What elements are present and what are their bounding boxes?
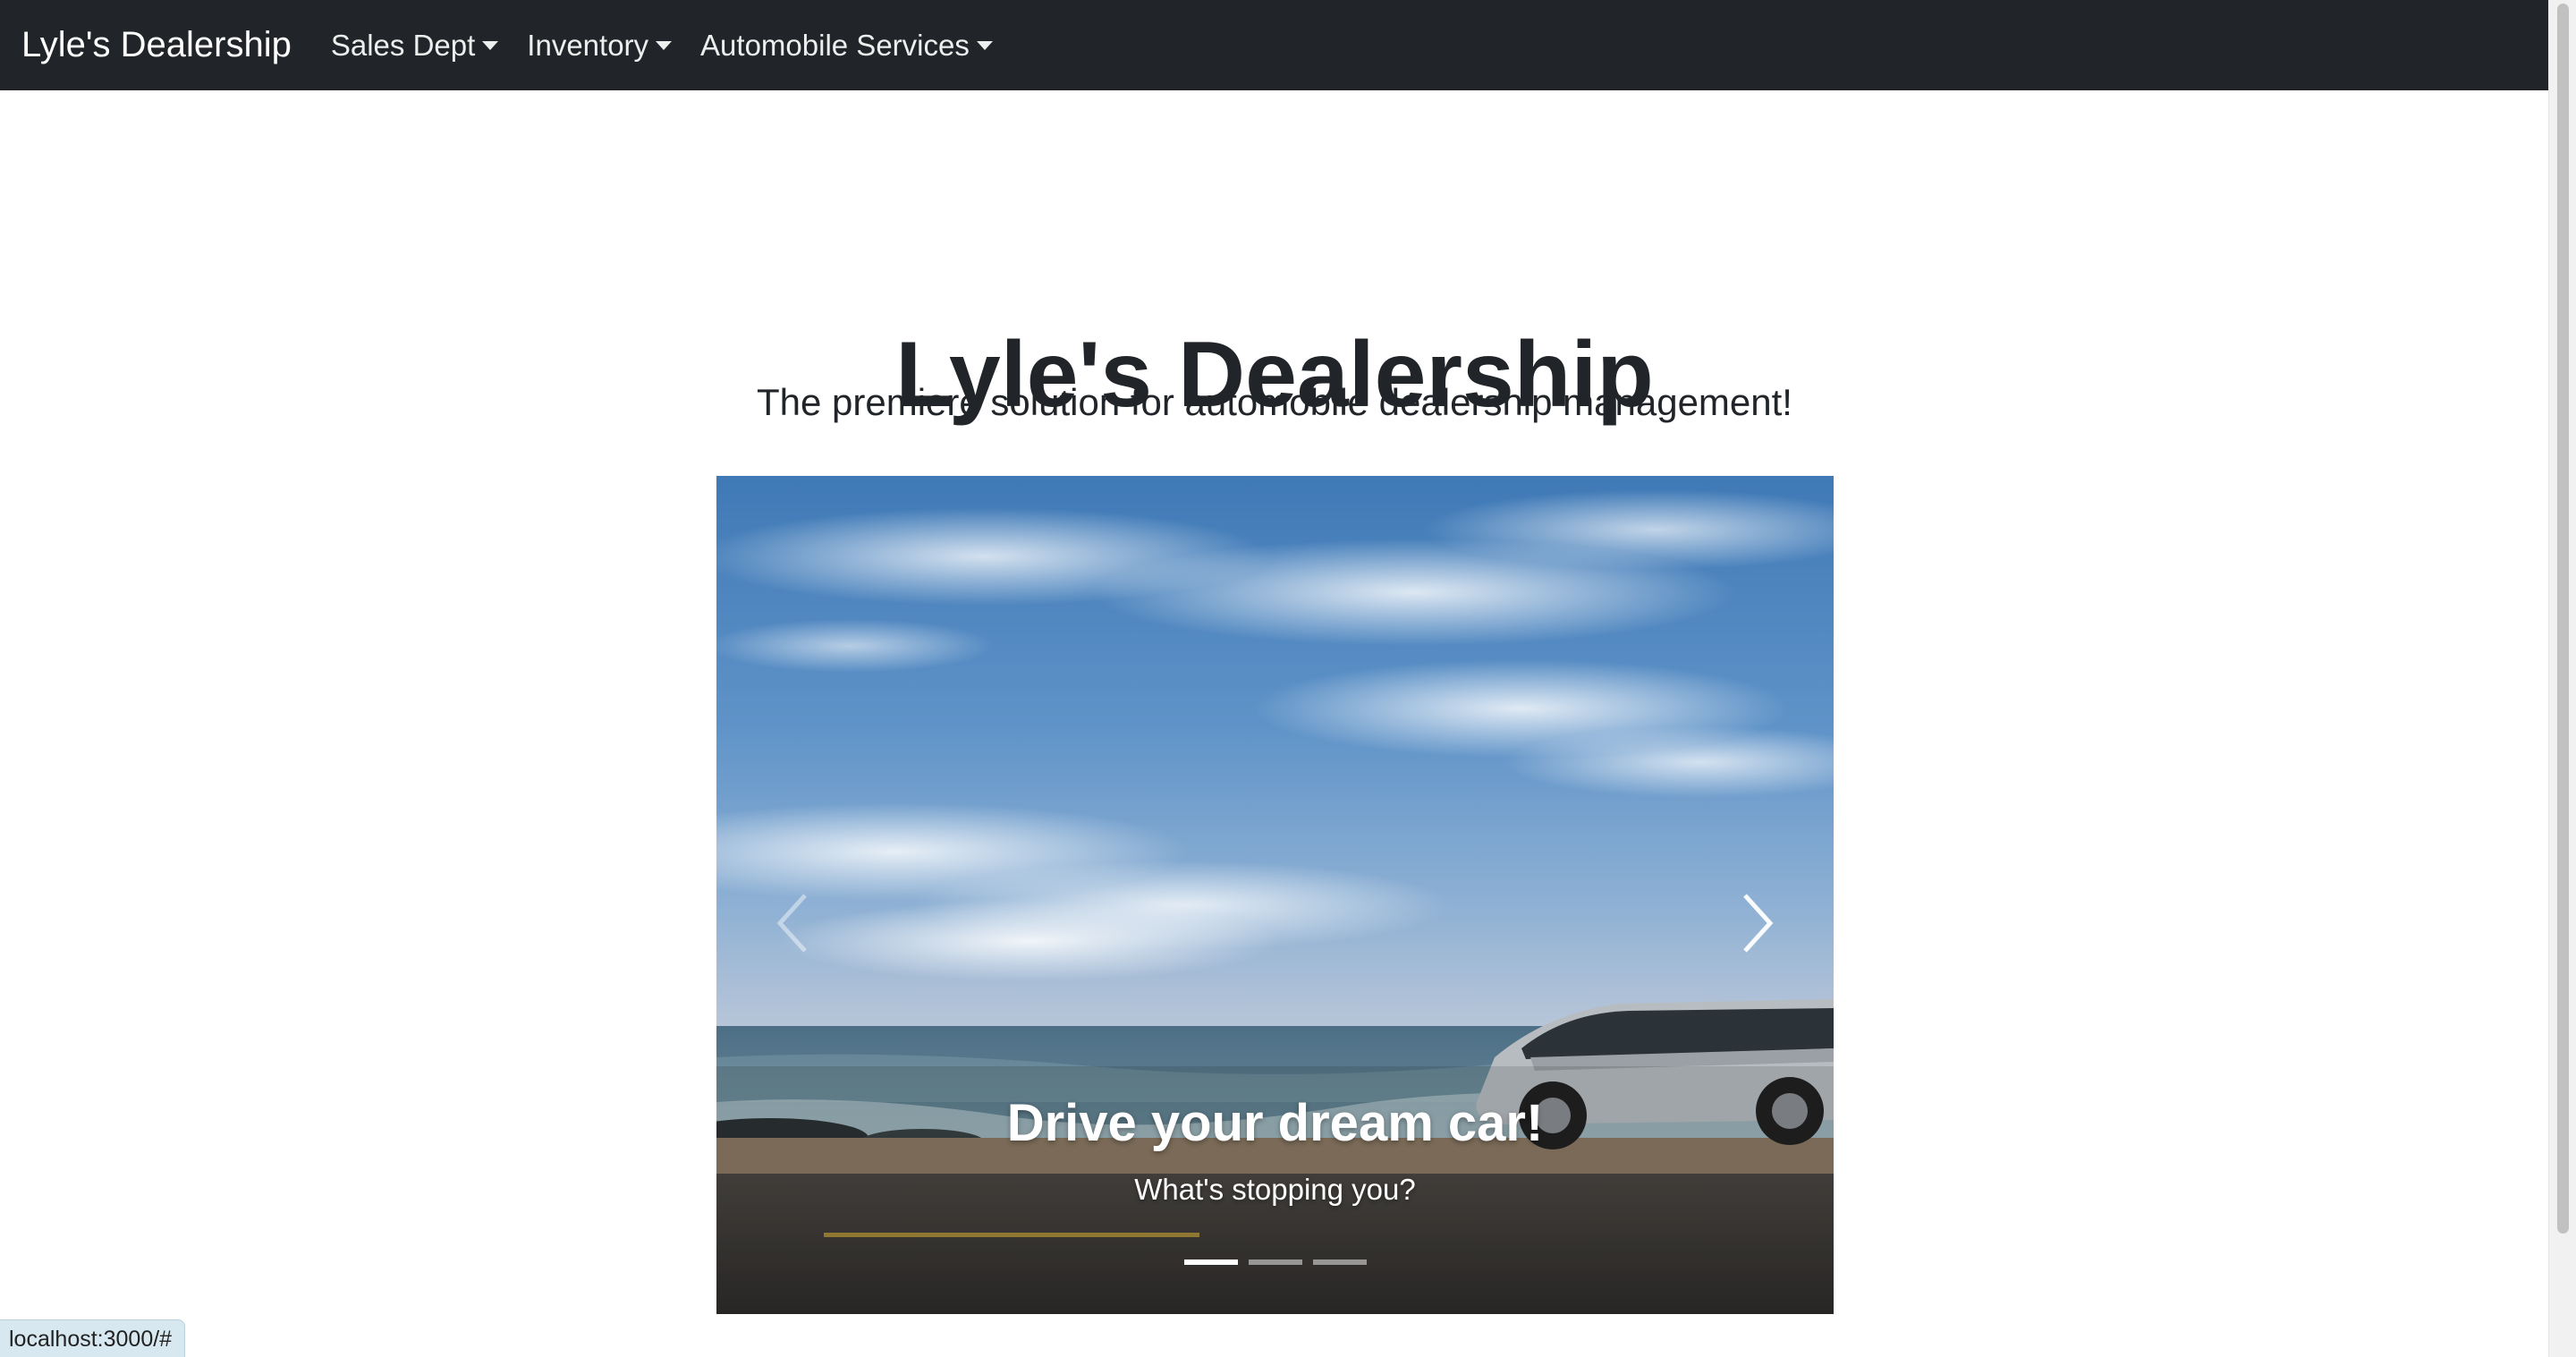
chevron-right-icon (1743, 894, 1774, 953)
chevron-left-icon (776, 894, 807, 953)
nav-item-label: Automobile Services (700, 28, 970, 62)
caret-down-icon (482, 40, 499, 50)
status-bar-url: localhost:3000/# (0, 1319, 186, 1357)
caret-down-icon (656, 40, 673, 50)
carousel-prev-button[interactable] (725, 834, 860, 1013)
image-carousel: Drive your dream car! What's stopping yo… (716, 476, 1834, 1314)
nav-item-automobile-services[interactable]: Automobile Services (700, 29, 993, 63)
nav-item-label: Sales Dept (330, 28, 476, 62)
nav-item-label: Inventory (527, 28, 649, 62)
navbar-brand[interactable]: Lyle's Dealership (21, 25, 292, 65)
carousel-indicator-2[interactable] (1248, 1259, 1302, 1265)
carousel-next-button[interactable] (1690, 834, 1825, 1013)
page: Lyle's Dealership Sales Dept Inventory A… (0, 0, 2576, 1357)
page-subtitle: The premiere solution for automobile dea… (757, 381, 1792, 423)
nav-item-inventory[interactable]: Inventory (527, 28, 673, 63)
carousel-caption-title: Drive your dream car! (1006, 1094, 1544, 1152)
carousel-indicator-1[interactable] (1183, 1259, 1238, 1265)
nav-item-sales-dept[interactable]: Sales Dept (330, 28, 499, 63)
top-navbar: Lyle's Dealership Sales Dept Inventory A… (0, 0, 2549, 90)
carousel-indicator-3[interactable] (1312, 1259, 1367, 1265)
caret-down-icon (976, 40, 993, 50)
carousel-indicators (716, 1259, 1834, 1265)
vertical-scrollbar[interactable] (2548, 0, 2576, 1357)
scrollbar-thumb[interactable] (2557, 4, 2569, 1234)
carousel-caption: Drive your dream car! What's stopping yo… (716, 1093, 1834, 1207)
carousel-caption-text: What's stopping you? (1134, 1173, 1416, 1206)
